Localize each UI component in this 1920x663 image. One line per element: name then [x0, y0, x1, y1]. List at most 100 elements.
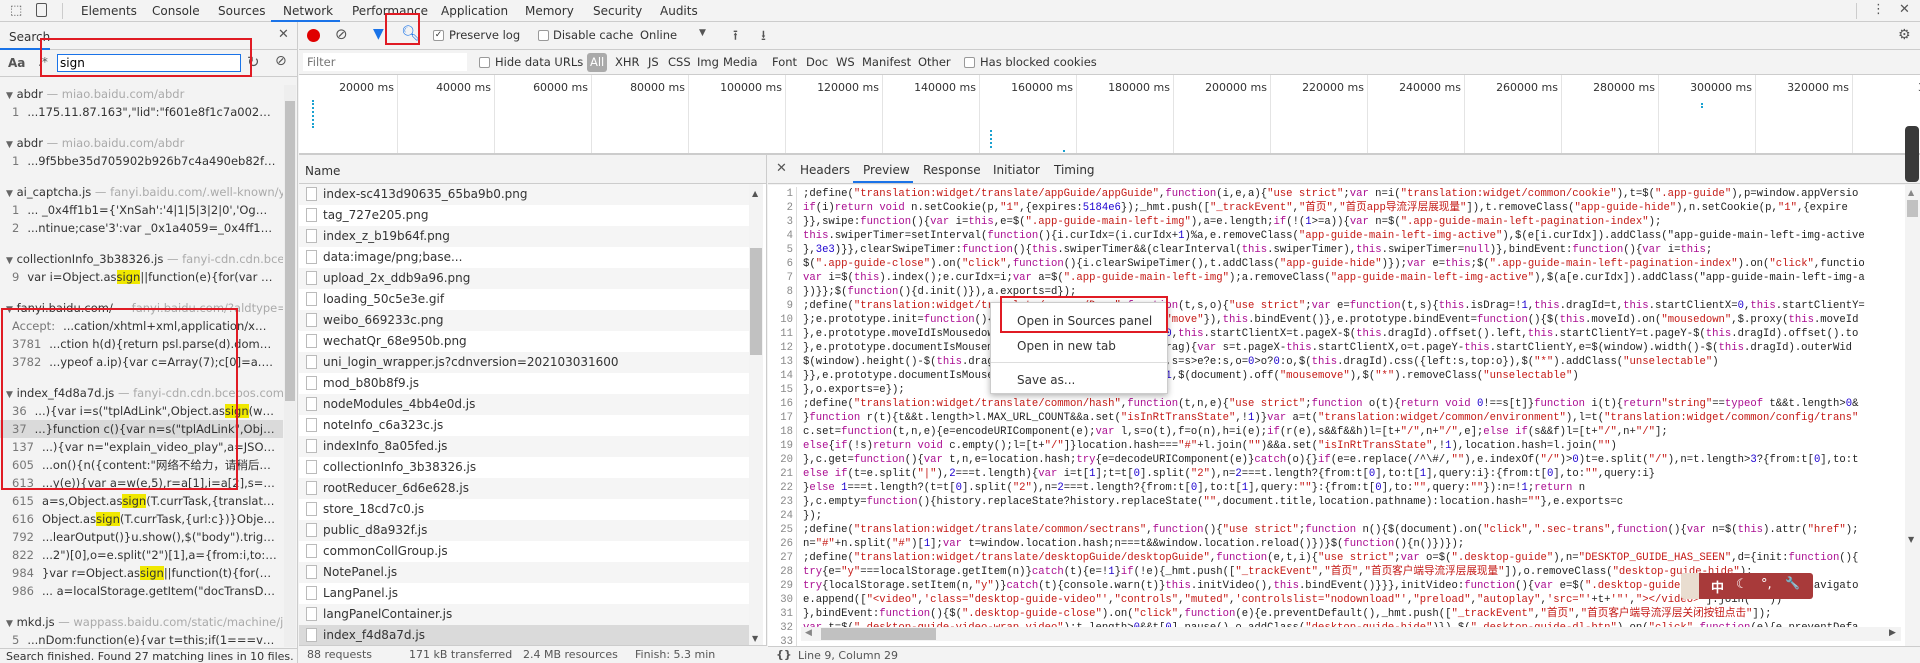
- close-search-icon[interactable]: ✕: [278, 27, 289, 42]
- scroll-down-icon[interactable]: ▼: [1908, 535, 1914, 544]
- device-toolbar-icon[interactable]: [36, 3, 47, 17]
- search-result-line[interactable]: 9 var i=Object.assign||function(e){for(va…: [0, 268, 283, 286]
- search-result-line[interactable]: 2 ...ntinue;case'3':var _0x1a4059=_0x4ff1…: [0, 219, 283, 237]
- request-row[interactable]: public_d8a932f.js: [299, 520, 749, 541]
- search-result-line[interactable]: 1 ...175.11.87.163","lid":"f601e8f1c7a002…: [0, 103, 283, 121]
- tab-timing[interactable]: Timing: [1054, 163, 1095, 177]
- request-row[interactable]: nodeModules_4bb4e0d.js: [299, 394, 749, 415]
- punctuation-icon[interactable]: °,: [1761, 577, 1772, 592]
- request-row[interactable]: wechatQr_68e950b.png: [299, 331, 749, 352]
- code-vertical-scrollbar[interactable]: ▲ ▼: [1905, 185, 1920, 646]
- menu-item-open-in-new-tab[interactable]: Open in new tab: [1017, 339, 1116, 353]
- export-har-icon[interactable]: ⭳: [761, 25, 766, 49]
- search-result-line[interactable]: 1 ...9f5bbe35d705902b926b7c4a490eb82feebe…: [0, 152, 283, 170]
- type-filter-all[interactable]: All: [587, 53, 608, 72]
- type-filter-manifest[interactable]: Manifest: [862, 55, 911, 69]
- type-filter-other[interactable]: Other: [918, 55, 951, 69]
- inspect-element-icon[interactable]: ⬚: [10, 3, 22, 18]
- has-blocked-cookies-checkbox[interactable]: [964, 57, 975, 68]
- side-widget[interactable]: [1905, 126, 1919, 182]
- request-row[interactable]: collectionInfo_3b38326.js: [299, 457, 749, 478]
- record-button[interactable]: [307, 29, 320, 42]
- scroll-left-icon[interactable]: ◀: [805, 628, 812, 638]
- request-row[interactable]: commonCollGroup.js: [299, 541, 749, 562]
- scroll-right-icon[interactable]: ▶: [1889, 628, 1896, 638]
- request-row[interactable]: index_z_b19b64f.png: [299, 226, 749, 247]
- tab-initiator[interactable]: Initiator: [993, 163, 1040, 177]
- expand-triangle-icon[interactable]: ▼: [6, 619, 13, 629]
- filter-input[interactable]: [303, 53, 467, 71]
- result-file-header[interactable]: ▼ mkd.js — wappass.baidu.com/static/mach…: [0, 613, 283, 631]
- filter-icon[interactable]: ▼: [373, 26, 384, 42]
- name-column-header[interactable]: Name: [299, 155, 766, 184]
- tab-application[interactable]: Application: [441, 4, 508, 18]
- expand-triangle-icon[interactable]: ▼: [6, 189, 13, 199]
- pretty-print-button[interactable]: {}: [776, 648, 792, 661]
- match-case-toggle[interactable]: Aa: [8, 56, 25, 70]
- throttling-select[interactable]: Online: [640, 28, 677, 42]
- type-filter-img[interactable]: Img: [697, 55, 719, 69]
- type-filter-media[interactable]: Media: [723, 55, 758, 69]
- disable-cache-checkbox[interactable]: [538, 30, 549, 41]
- result-file-header[interactable]: ▼ abdr — miao.baidu.com/abdr: [0, 134, 283, 152]
- search-result-line[interactable]: 616 Object.assign(T.currTask,{url:c})}Obj…: [0, 510, 283, 528]
- expand-triangle-icon[interactable]: ▼: [6, 256, 13, 266]
- tab-network[interactable]: Network: [283, 4, 333, 18]
- timeline-overview[interactable]: 20000 ms 40000 ms 60000 ms 80000 ms 100000 m…: [299, 75, 1920, 155]
- type-filter-doc[interactable]: Doc: [806, 55, 828, 69]
- request-row[interactable]: index-sc413d90635_65ba9b0.png: [299, 184, 749, 205]
- tab-headers[interactable]: Headers: [800, 163, 850, 177]
- scroll-up-icon[interactable]: ▲: [752, 189, 758, 198]
- scrollbar-thumb[interactable]: [821, 628, 936, 640]
- tab-security[interactable]: Security: [593, 4, 642, 18]
- scrollbar-thumb[interactable]: [285, 101, 295, 401]
- tab-preview[interactable]: Preview: [863, 163, 910, 177]
- results-scrollbar[interactable]: [284, 85, 296, 647]
- request-row[interactable]: upload_2x_ddb9a96.png: [299, 268, 749, 289]
- search-result-line[interactable]: 984}var r=Object.assign||function(t){for…: [0, 564, 283, 582]
- request-row[interactable]: loading_50c5e3e.gif: [299, 289, 749, 310]
- clear-icon[interactable]: ⊘: [275, 53, 287, 69]
- expand-triangle-icon[interactable]: ▼: [6, 91, 13, 101]
- tab-elements[interactable]: Elements: [81, 4, 137, 18]
- request-row[interactable]: index_f4d8a7d.js: [299, 625, 749, 645]
- type-filter-font[interactable]: Font: [772, 55, 797, 69]
- wrench-icon[interactable]: 🔧: [1785, 576, 1800, 590]
- scroll-up-icon[interactable]: ▲: [1908, 188, 1914, 197]
- request-row[interactable]: noteInfo_c6a323c.js: [299, 415, 749, 436]
- more-menu-icon[interactable]: ⋮: [1872, 2, 1885, 17]
- search-result-line[interactable]: 1 ... _0x4ff1b1={'XnSah':'4|1|5|3|2|0','O…: [0, 201, 283, 219]
- result-file-header[interactable]: ▼ ai_captcha.js — fanyi.baidu.com/.well-…: [0, 183, 283, 201]
- clear-log-icon[interactable]: ⊘: [335, 25, 348, 43]
- horizontal-scrollbar[interactable]: ◀ ▶: [801, 627, 1901, 641]
- tab-sources[interactable]: Sources: [218, 4, 265, 18]
- preserve-log-checkbox[interactable]: ✓: [433, 30, 444, 41]
- scroll-down-icon[interactable]: ▼: [752, 634, 758, 643]
- search-result-line[interactable]: 615 a=s,Object.assign(T.currTask,{transla…: [0, 492, 283, 510]
- import-har-icon[interactable]: ⭱: [733, 25, 738, 49]
- request-row[interactable]: store_18cd7c0.js: [299, 499, 749, 520]
- tab-response[interactable]: Response: [923, 163, 981, 177]
- scrollbar-thumb[interactable]: [750, 248, 762, 355]
- request-row[interactable]: langPanelContainer.js: [299, 604, 749, 625]
- request-row[interactable]: NotePanel.js: [299, 562, 749, 583]
- search-result-line[interactable]: 986 ... a=localStorage.getItem("docTransD…: [0, 582, 283, 600]
- tab-audits[interactable]: Audits: [660, 4, 698, 18]
- close-detail-icon[interactable]: ✕: [776, 161, 787, 176]
- request-row[interactable]: mod_b80b8f9.js: [299, 373, 749, 394]
- search-result-line[interactable]: 5 ...nDom:function(e){var t=this;if(1===v…: [0, 631, 283, 645]
- chinese-mode-icon[interactable]: 中: [1711, 577, 1724, 596]
- request-row[interactable]: weibo_669233c.png: [299, 310, 749, 331]
- type-filter-xhr[interactable]: XHR: [615, 55, 640, 69]
- request-row[interactable]: tag_727e205.png: [299, 205, 749, 226]
- type-filter-js[interactable]: JS: [648, 55, 659, 69]
- chevron-down-icon[interactable]: ▼: [699, 28, 706, 38]
- result-file-header[interactable]: ▼ abdr — miao.baidu.com/abdr: [0, 85, 283, 103]
- type-filter-css[interactable]: CSS: [668, 55, 691, 69]
- request-row[interactable]: LangPanel.js: [299, 583, 749, 604]
- gear-icon[interactable]: ⚙: [1898, 27, 1911, 43]
- request-row[interactable]: rootReducer_6d6e628.js: [299, 478, 749, 499]
- request-row[interactable]: data:image/png;base...: [299, 247, 749, 268]
- request-row[interactable]: uni_login_wrapper.js?cdnversion=20210303…: [299, 352, 749, 373]
- tab-memory[interactable]: Memory: [525, 4, 574, 18]
